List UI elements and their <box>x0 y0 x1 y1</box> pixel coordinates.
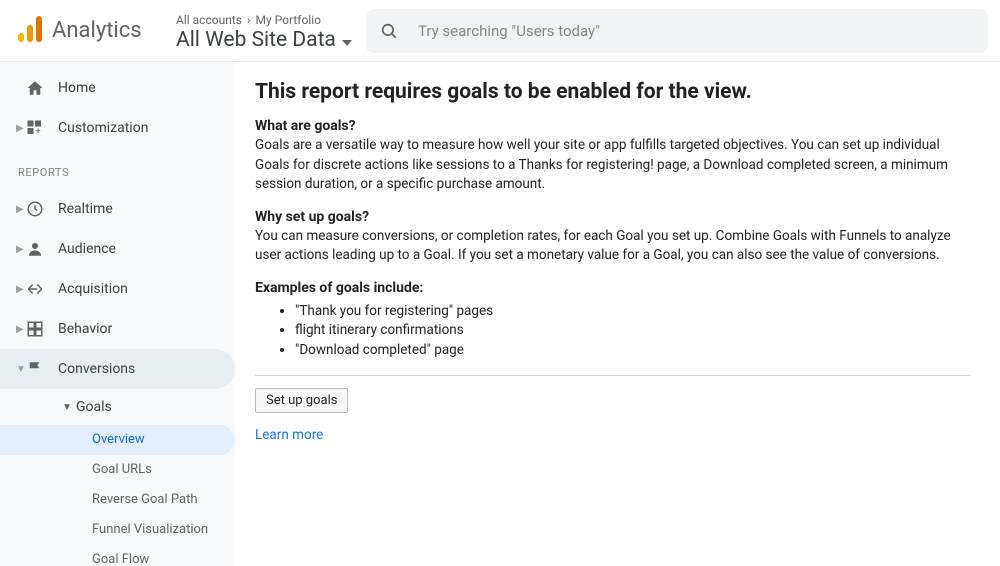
examples-list: "Thank you for registering" pages flight… <box>295 302 970 361</box>
nav-home[interactable]: ▶ Home <box>0 68 235 108</box>
breadcrumb-level2: My Portfolio <box>256 13 321 27</box>
view-selector[interactable]: All Web Site Data <box>176 28 352 52</box>
nav-label: Realtime <box>58 201 113 217</box>
breadcrumb: All accounts › My Portfolio <box>176 13 352 27</box>
subsub-goal-flow[interactable]: Goal Flow <box>0 545 235 566</box>
flag-icon <box>26 360 56 378</box>
dropdown-icon <box>342 28 352 52</box>
learn-more-link[interactable]: Learn more <box>255 427 323 443</box>
home-icon <box>26 79 56 97</box>
chevron-right-icon: ▶ <box>16 244 26 255</box>
subsub-funnel-visualization[interactable]: Funnel Visualization <box>0 515 235 545</box>
subnav-goals[interactable]: ▼ Goals <box>0 389 235 425</box>
nav-customization[interactable]: ▶ + Customization <box>0 108 235 148</box>
search-input[interactable] <box>418 22 974 40</box>
why-body: You can measure conversions, or completi… <box>255 227 970 266</box>
report-content: This report requires goals to be enabled… <box>235 62 1000 566</box>
examples-heading: Examples of goals include: <box>255 280 970 296</box>
nav-conversions[interactable]: ▼ Conversions <box>0 349 235 389</box>
example-item: "Download completed" page <box>295 341 970 361</box>
nav-label: Home <box>58 80 96 96</box>
why-heading: Why set up goals? <box>255 209 970 225</box>
account-selector[interactable]: All accounts › My Portfolio All Web Site… <box>172 9 362 52</box>
brand-block[interactable]: Analytics <box>0 16 172 46</box>
nav-behavior[interactable]: ▶ Behavior <box>0 309 235 349</box>
subnav-label: Goals <box>76 399 112 415</box>
example-item: "Thank you for registering" pages <box>295 302 970 322</box>
customization-icon: + <box>26 119 56 137</box>
example-item: flight itinerary confirmations <box>295 321 970 341</box>
behavior-icon <box>26 320 56 338</box>
person-icon <box>26 240 56 258</box>
chevron-right-icon: ▶ <box>16 204 26 215</box>
report-title: This report requires goals to be enabled… <box>255 80 970 104</box>
breadcrumb-level1: All accounts <box>176 13 242 27</box>
nav-realtime[interactable]: ▶ Realtime <box>0 189 235 229</box>
chevron-down-icon: ▼ <box>16 364 26 375</box>
clock-icon <box>26 200 56 218</box>
chevron-right-icon: ▶ <box>16 123 26 134</box>
chevron-down-icon: ▼ <box>62 402 76 413</box>
nav-acquisition[interactable]: ▶ Acquisition <box>0 269 235 309</box>
nav-label: Customization <box>58 120 148 136</box>
chevron-right-icon: › <box>247 13 251 27</box>
subsub-overview[interactable]: Overview <box>0 425 235 455</box>
search-wrap <box>362 1 1000 61</box>
what-heading: What are goals? <box>255 118 970 134</box>
subnav-conversions: ▼ Goals Overview Goal URLs Reverse Goal … <box>0 389 235 566</box>
reports-section-header: REPORTS <box>0 148 235 189</box>
chevron-right-icon: ▶ <box>16 284 26 295</box>
search-bar[interactable] <box>366 9 988 53</box>
chevron-right-icon: ▶ <box>16 324 26 335</box>
nav-label: Audience <box>58 241 116 257</box>
setup-goals-button[interactable]: Set up goals <box>255 388 348 413</box>
app-header: Analytics All accounts › My Portfolio Al… <box>0 0 1000 62</box>
nav-audience[interactable]: ▶ Audience <box>0 229 235 269</box>
nav-label: Acquisition <box>58 281 128 297</box>
search-icon <box>380 22 398 40</box>
svg-text:+: + <box>35 127 40 137</box>
what-body: Goals are a versatile way to measure how… <box>255 136 970 195</box>
analytics-logo-icon <box>18 16 42 46</box>
subsub-reverse-goal-path[interactable]: Reverse Goal Path <box>0 485 235 515</box>
sidebar: ▶ Home ▶ + Customization REPORTS ▶ Realt… <box>0 62 235 566</box>
brand-name: Analytics <box>52 18 142 43</box>
nav-label: Conversions <box>58 361 135 377</box>
acquisition-icon <box>26 280 56 298</box>
divider <box>255 375 970 376</box>
nav-label: Behavior <box>58 321 112 337</box>
subsub-goal-urls[interactable]: Goal URLs <box>0 455 235 485</box>
view-name: All Web Site Data <box>176 28 336 52</box>
